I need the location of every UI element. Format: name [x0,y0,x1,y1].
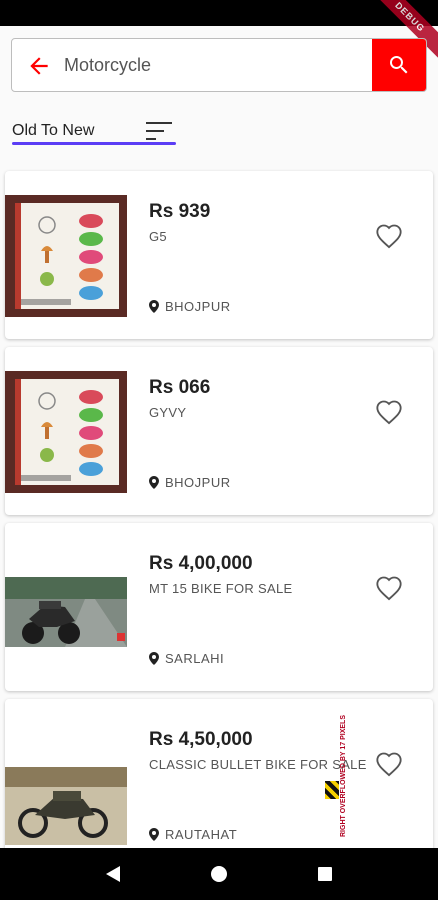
nav-recents-button[interactable] [312,861,338,887]
search-bar [11,38,427,92]
listing-title: MT 15 BIKE FOR SALE [149,581,293,596]
nav-back-button[interactable] [100,861,126,887]
location-label: BHOJPUR [165,475,231,490]
triangle-back-icon [106,866,120,882]
sort-icon[interactable] [146,120,174,142]
listing-card[interactable]: Rs 4,00,000 MT 15 BIKE FOR SALE SARLAHI [5,523,433,691]
location-label: RAUTAHAT [165,827,238,842]
sort-control[interactable]: Old To New [12,118,182,150]
heart-outline-icon[interactable] [375,223,403,249]
listing-title: GYVY [149,405,187,420]
location-pin-icon [149,828,159,841]
heart-outline-icon[interactable] [375,751,403,777]
sort-underline [12,142,176,145]
search-input[interactable] [64,39,364,91]
listing-title: G5 [149,229,167,244]
listing-image [5,547,127,669]
square-recents-icon [318,867,332,881]
listing-location: SARLAHI [149,651,224,666]
search-button[interactable] [372,39,426,91]
location-label: SARLAHI [165,651,225,666]
overflow-warning-stripe [325,781,339,799]
heart-outline-icon[interactable] [375,575,403,601]
arrow-left-icon [30,57,48,75]
nav-home-button[interactable] [206,861,232,887]
location-pin-icon [149,300,159,313]
circle-home-icon [211,866,227,882]
system-nav-bar [0,848,438,900]
search-icon [390,56,408,74]
listing-price: Rs 4,00,000 [149,553,253,574]
listing-location: BHOJPUR [149,475,231,490]
listing-location: RAUTAHAT [149,827,237,842]
status-bar [0,0,438,26]
location-pin-icon [149,652,159,665]
listing-price: Rs 939 [149,201,211,222]
listing-title: CLASSIC BULLET BIKE FOR SALE [149,757,367,772]
location-pin-icon [149,476,159,489]
listing-price: Rs 066 [149,377,211,398]
listing-card[interactable]: Rs 939 G5 BHOJPUR [5,171,433,339]
back-button[interactable] [26,53,52,79]
listing-card[interactable]: Rs 4,50,000 CLASSIC BULLET BIKE FOR SALE… [5,699,433,867]
listing-location: BHOJPUR [149,299,231,314]
listing-image [5,723,127,845]
listing-image [5,371,127,493]
location-label: BHOJPUR [165,299,231,314]
listing-image [5,195,127,317]
sort-label: Old To New [12,122,95,139]
listing-price: Rs 4,50,000 [149,729,253,750]
heart-outline-icon[interactable] [375,399,403,425]
listing-card[interactable]: Rs 066 GYVY BHOJPUR [5,347,433,515]
overflow-warning-text: RIGHT OVERFLOWED BY 17 PIXELS [340,714,347,837]
